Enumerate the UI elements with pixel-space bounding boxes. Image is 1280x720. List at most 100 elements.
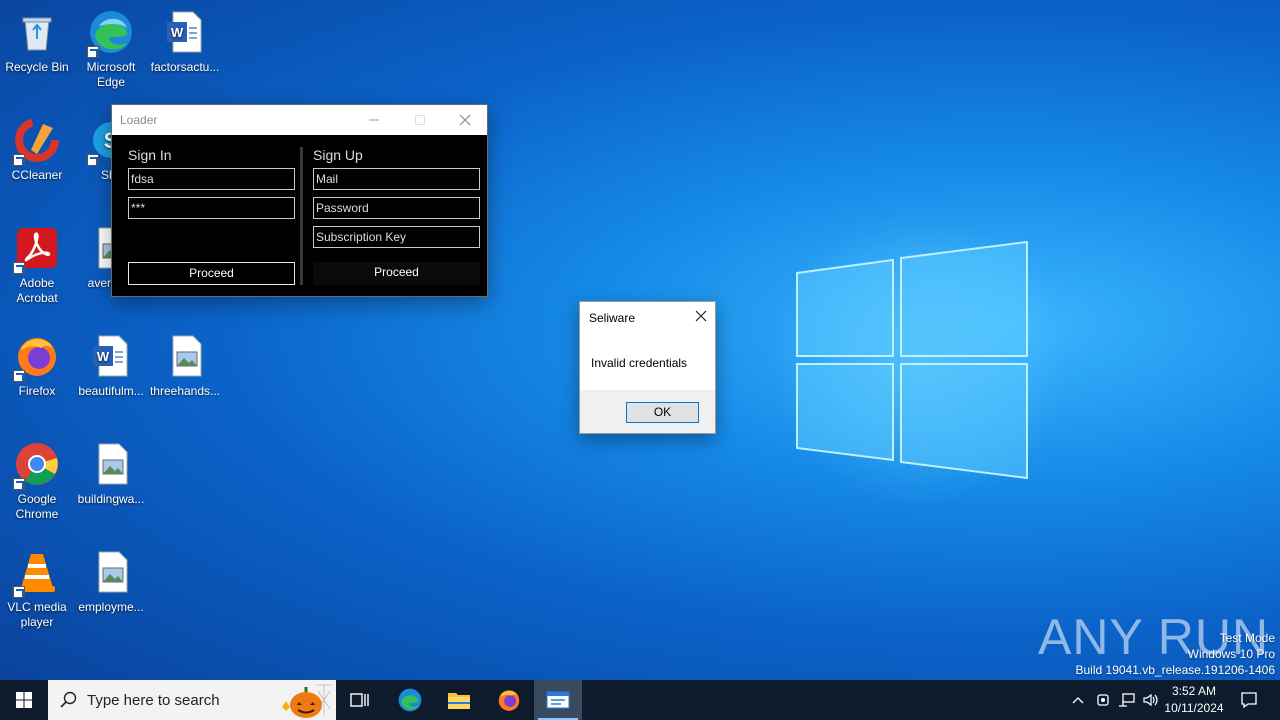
- desktop-icon-employme[interactable]: employme...: [74, 548, 148, 615]
- ccleaner-icon: [13, 116, 61, 166]
- tray-app-icon-button[interactable]: [1092, 680, 1114, 720]
- word-doc-icon: W: [87, 332, 135, 380]
- recycle-bin-icon: [13, 8, 61, 56]
- close-icon[interactable]: [693, 308, 709, 324]
- desktop-icon-vlc-media-player[interactable]: VLC media player: [0, 548, 74, 630]
- clock-time: 3:52 AM: [1171, 684, 1217, 698]
- shortcut-arrow-icon: [13, 262, 25, 274]
- halloween-pumpkin-icon: [282, 684, 332, 718]
- sign-up-mail-field[interactable]: Mail: [313, 168, 480, 190]
- loader-window: Loader Sign In fdsa *** Proceed Sign Up …: [111, 104, 488, 297]
- show-hidden-icons-button[interactable]: [1068, 680, 1088, 720]
- app-window-icon: [546, 691, 570, 709]
- ok-button[interactable]: OK: [626, 402, 699, 423]
- svg-text:W: W: [171, 25, 184, 40]
- edge-icon: [87, 8, 135, 58]
- network-icon: [1119, 693, 1135, 707]
- shortcut-arrow-icon: [87, 154, 99, 166]
- shortcut-arrow-icon: [87, 46, 99, 58]
- edge-icon: [398, 688, 422, 712]
- taskbar-edge-button[interactable]: [386, 680, 434, 720]
- svg-text:W: W: [97, 349, 110, 364]
- sign-up-proceed-button[interactable]: Proceed: [313, 262, 480, 285]
- sign-in-username-field[interactable]: fdsa: [128, 168, 295, 190]
- desktop-icon-recycle-bin[interactable]: Recycle Bin: [0, 8, 74, 75]
- taskbar-loader-button[interactable]: [534, 680, 582, 720]
- vlc-icon: [13, 548, 61, 598]
- folder-icon: [448, 693, 470, 709]
- image-file-icon: [87, 440, 135, 488]
- taskbar-search-box[interactable]: Type here to search: [48, 680, 336, 720]
- desktop-icon-beautifulm[interactable]: W beautifulm...: [74, 332, 148, 399]
- desktop-icon-label: factorsactu...: [150, 60, 220, 74]
- desktop-icon-adobe-acrobat[interactable]: Adobe Acrobat: [0, 224, 74, 306]
- windows-start-icon: [16, 692, 32, 708]
- search-icon: [60, 691, 77, 708]
- search-placeholder: Type here to search: [87, 692, 220, 709]
- tray-device-icon: [1097, 694, 1109, 706]
- desktop-icon-label: Adobe Acrobat: [16, 276, 58, 305]
- sign-in-heading: Sign In: [128, 147, 172, 163]
- sign-up-subscription-key-field[interactable]: Subscription Key: [313, 226, 480, 248]
- desktop-icon-microsoft-edge[interactable]: Microsoft Edge: [74, 8, 148, 90]
- sign-in-proceed-button[interactable]: Proceed: [128, 262, 295, 285]
- minimize-button[interactable]: [351, 105, 397, 135]
- desktop-icon-threehands[interactable]: threehands...: [148, 332, 222, 399]
- shortcut-arrow-icon: [13, 478, 25, 490]
- shortcut-arrow-icon: [13, 370, 25, 382]
- taskbar-file-explorer-button[interactable]: [435, 680, 483, 720]
- maximize-icon: [415, 115, 425, 125]
- loader-body: Sign In fdsa *** Proceed Sign Up Mail Pa…: [112, 135, 487, 297]
- build-label: Build 19041.vb_release.191206-1406: [1075, 663, 1276, 677]
- desktop-icon-factorsactu[interactable]: W factorsactu...: [148, 8, 222, 75]
- task-view-icon: [350, 693, 369, 707]
- loader-titlebar[interactable]: Loader: [112, 105, 487, 135]
- windows-edition-label: Windows 10 Pro: [1187, 647, 1275, 661]
- taskbar-firefox-button[interactable]: [485, 680, 533, 720]
- image-file-icon: [161, 332, 209, 380]
- column-divider: [300, 147, 303, 285]
- sign-up-heading: Sign Up: [313, 147, 363, 163]
- desktop-icon-label: beautifulm...: [78, 384, 144, 398]
- desktop-icon-label: buildingwa...: [77, 492, 145, 506]
- shortcut-arrow-icon: [13, 586, 25, 598]
- word-doc-icon: W: [161, 8, 209, 56]
- taskbar-clock[interactable]: 3:52 AM 10/11/2024: [1158, 683, 1230, 717]
- desktop-icon-label: Recycle Bin: [5, 60, 69, 74]
- windows-build-watermark: Test Mode Windows 10 Pro Build 19041.vb_…: [1076, 630, 1276, 678]
- chevron-up-icon: [1072, 697, 1084, 704]
- desktop-icon-label: Firefox: [18, 384, 56, 398]
- desktop-icon-label: CCleaner: [11, 168, 63, 182]
- notification-icon: [1241, 692, 1257, 709]
- action-center-button[interactable]: [1234, 680, 1264, 720]
- close-icon: [459, 114, 471, 126]
- windows-logo-wallpaper: [796, 240, 1028, 480]
- network-button[interactable]: [1116, 680, 1138, 720]
- test-mode-label: Test Mode: [1219, 631, 1275, 645]
- message-text: Invalid credentials: [591, 356, 688, 370]
- desktop-icon-buildingwa[interactable]: buildingwa...: [74, 440, 148, 507]
- firefox-icon: [13, 332, 61, 382]
- desktop-icon-google-chrome[interactable]: Google Chrome: [0, 440, 74, 522]
- message-box-title: Seliware: [589, 311, 636, 325]
- desktop-icon-label: Google Chrome: [15, 492, 59, 521]
- shortcut-arrow-icon: [13, 154, 25, 166]
- desktop-icon-label: Microsoft Edge: [86, 60, 136, 89]
- minimize-icon: [369, 119, 379, 121]
- desktop-icon-firefox[interactable]: Firefox: [0, 332, 74, 399]
- desktop-icon-label: threehands...: [149, 384, 221, 398]
- window-title: Loader: [120, 113, 158, 127]
- chrome-icon: [13, 440, 61, 490]
- desktop-icon-label: VLC media player: [7, 600, 67, 629]
- sign-up-password-field[interactable]: Password: [313, 197, 480, 219]
- maximize-button[interactable]: [397, 105, 443, 135]
- desktop-icon-ccleaner[interactable]: CCleaner: [0, 116, 74, 183]
- firefox-icon: [498, 690, 520, 711]
- start-button[interactable]: [0, 680, 48, 720]
- clock-date: 10/11/2024: [1164, 701, 1224, 715]
- close-button[interactable]: [442, 105, 488, 135]
- sign-in-password-field[interactable]: ***: [128, 197, 295, 219]
- desktop-icon-label: employme...: [78, 600, 144, 614]
- task-view-button[interactable]: [336, 680, 384, 720]
- seliware-message-box: Seliware Invalid credentials OK: [579, 301, 716, 434]
